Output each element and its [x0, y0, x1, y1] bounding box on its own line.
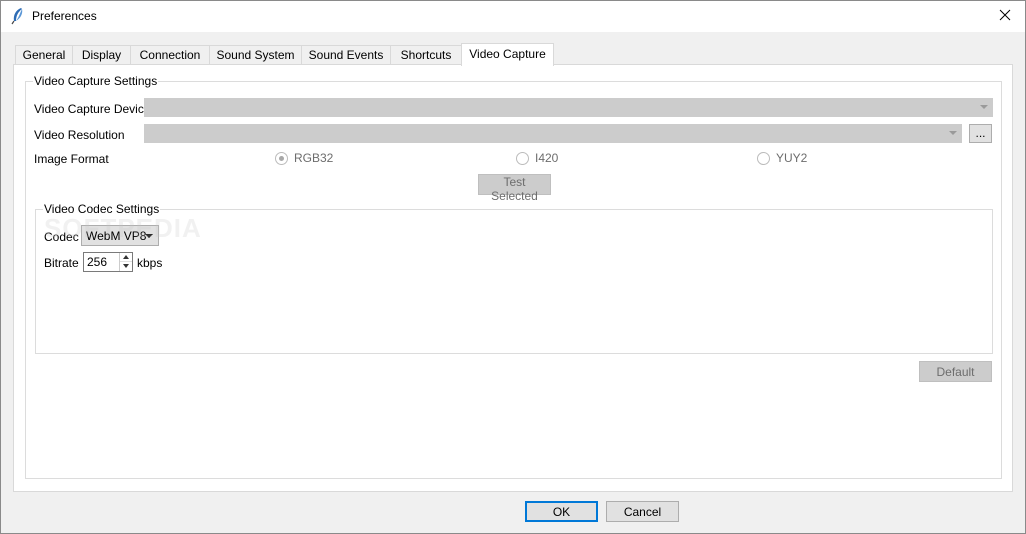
bitrate-stepper[interactable]	[83, 252, 133, 272]
tab-general[interactable]: General	[15, 45, 73, 65]
cancel-button[interactable]: Cancel	[606, 501, 679, 522]
default-button[interactable]: Default	[919, 361, 992, 382]
video-capture-settings-group: Video Capture Settings Video Capture Dev…	[25, 74, 1002, 479]
app-feather-icon	[10, 7, 26, 25]
preferences-window: Preferences General Display Connection S…	[0, 0, 1026, 534]
format-i420-radio[interactable]: I420	[516, 151, 558, 165]
tab-display[interactable]: Display	[72, 45, 131, 65]
close-button[interactable]	[985, 1, 1025, 32]
video-capture-settings-title: Video Capture Settings	[33, 74, 159, 88]
window-title: Preferences	[32, 9, 97, 23]
spin-down-icon[interactable]	[120, 262, 132, 271]
test-selected-button[interactable]: Test Selected	[478, 174, 551, 203]
title-bar: Preferences	[1, 1, 1025, 32]
resolution-browse-button[interactable]: ...	[969, 124, 992, 143]
radio-unchecked-icon	[757, 151, 770, 165]
chevron-down-icon	[145, 234, 153, 238]
video-resolution-dropdown[interactable]	[144, 124, 962, 143]
tab-shortcuts[interactable]: Shortcuts	[390, 45, 462, 65]
chevron-down-icon	[980, 105, 988, 109]
tab-sound-system[interactable]: Sound System	[209, 45, 302, 65]
bitrate-unit-label: kbps	[137, 256, 163, 270]
tab-connection[interactable]: Connection	[130, 45, 210, 65]
codec-label: Codec	[44, 230, 79, 244]
spin-up-icon[interactable]	[120, 253, 132, 262]
video-codec-settings-group: Video Codec Settings Codec WebM VP8 Bitr…	[35, 202, 993, 354]
format-yuy2-radio[interactable]: YUY2	[757, 151, 807, 165]
video-capture-device-dropdown[interactable]	[144, 98, 993, 117]
tab-video-capture[interactable]: Video Capture	[461, 43, 554, 66]
radio-unchecked-icon	[516, 151, 529, 165]
image-format-label: Image Format	[34, 152, 109, 166]
ok-button[interactable]: OK	[525, 501, 598, 522]
chevron-down-icon	[949, 131, 957, 135]
video-capture-device-label: Video Capture Device	[34, 102, 151, 116]
video-capture-panel: Video Capture Settings Video Capture Dev…	[13, 64, 1013, 492]
video-resolution-label: Video Resolution	[34, 128, 125, 142]
format-rgb32-radio[interactable]: RGB32	[275, 151, 333, 165]
bitrate-label: Bitrate	[44, 256, 79, 270]
bitrate-input[interactable]	[84, 253, 116, 271]
codec-dropdown[interactable]: WebM VP8	[81, 225, 159, 246]
radio-checked-icon	[275, 151, 288, 165]
video-codec-settings-title: Video Codec Settings	[43, 202, 161, 216]
close-icon	[999, 9, 1011, 24]
tab-sound-events[interactable]: Sound Events	[301, 45, 391, 65]
